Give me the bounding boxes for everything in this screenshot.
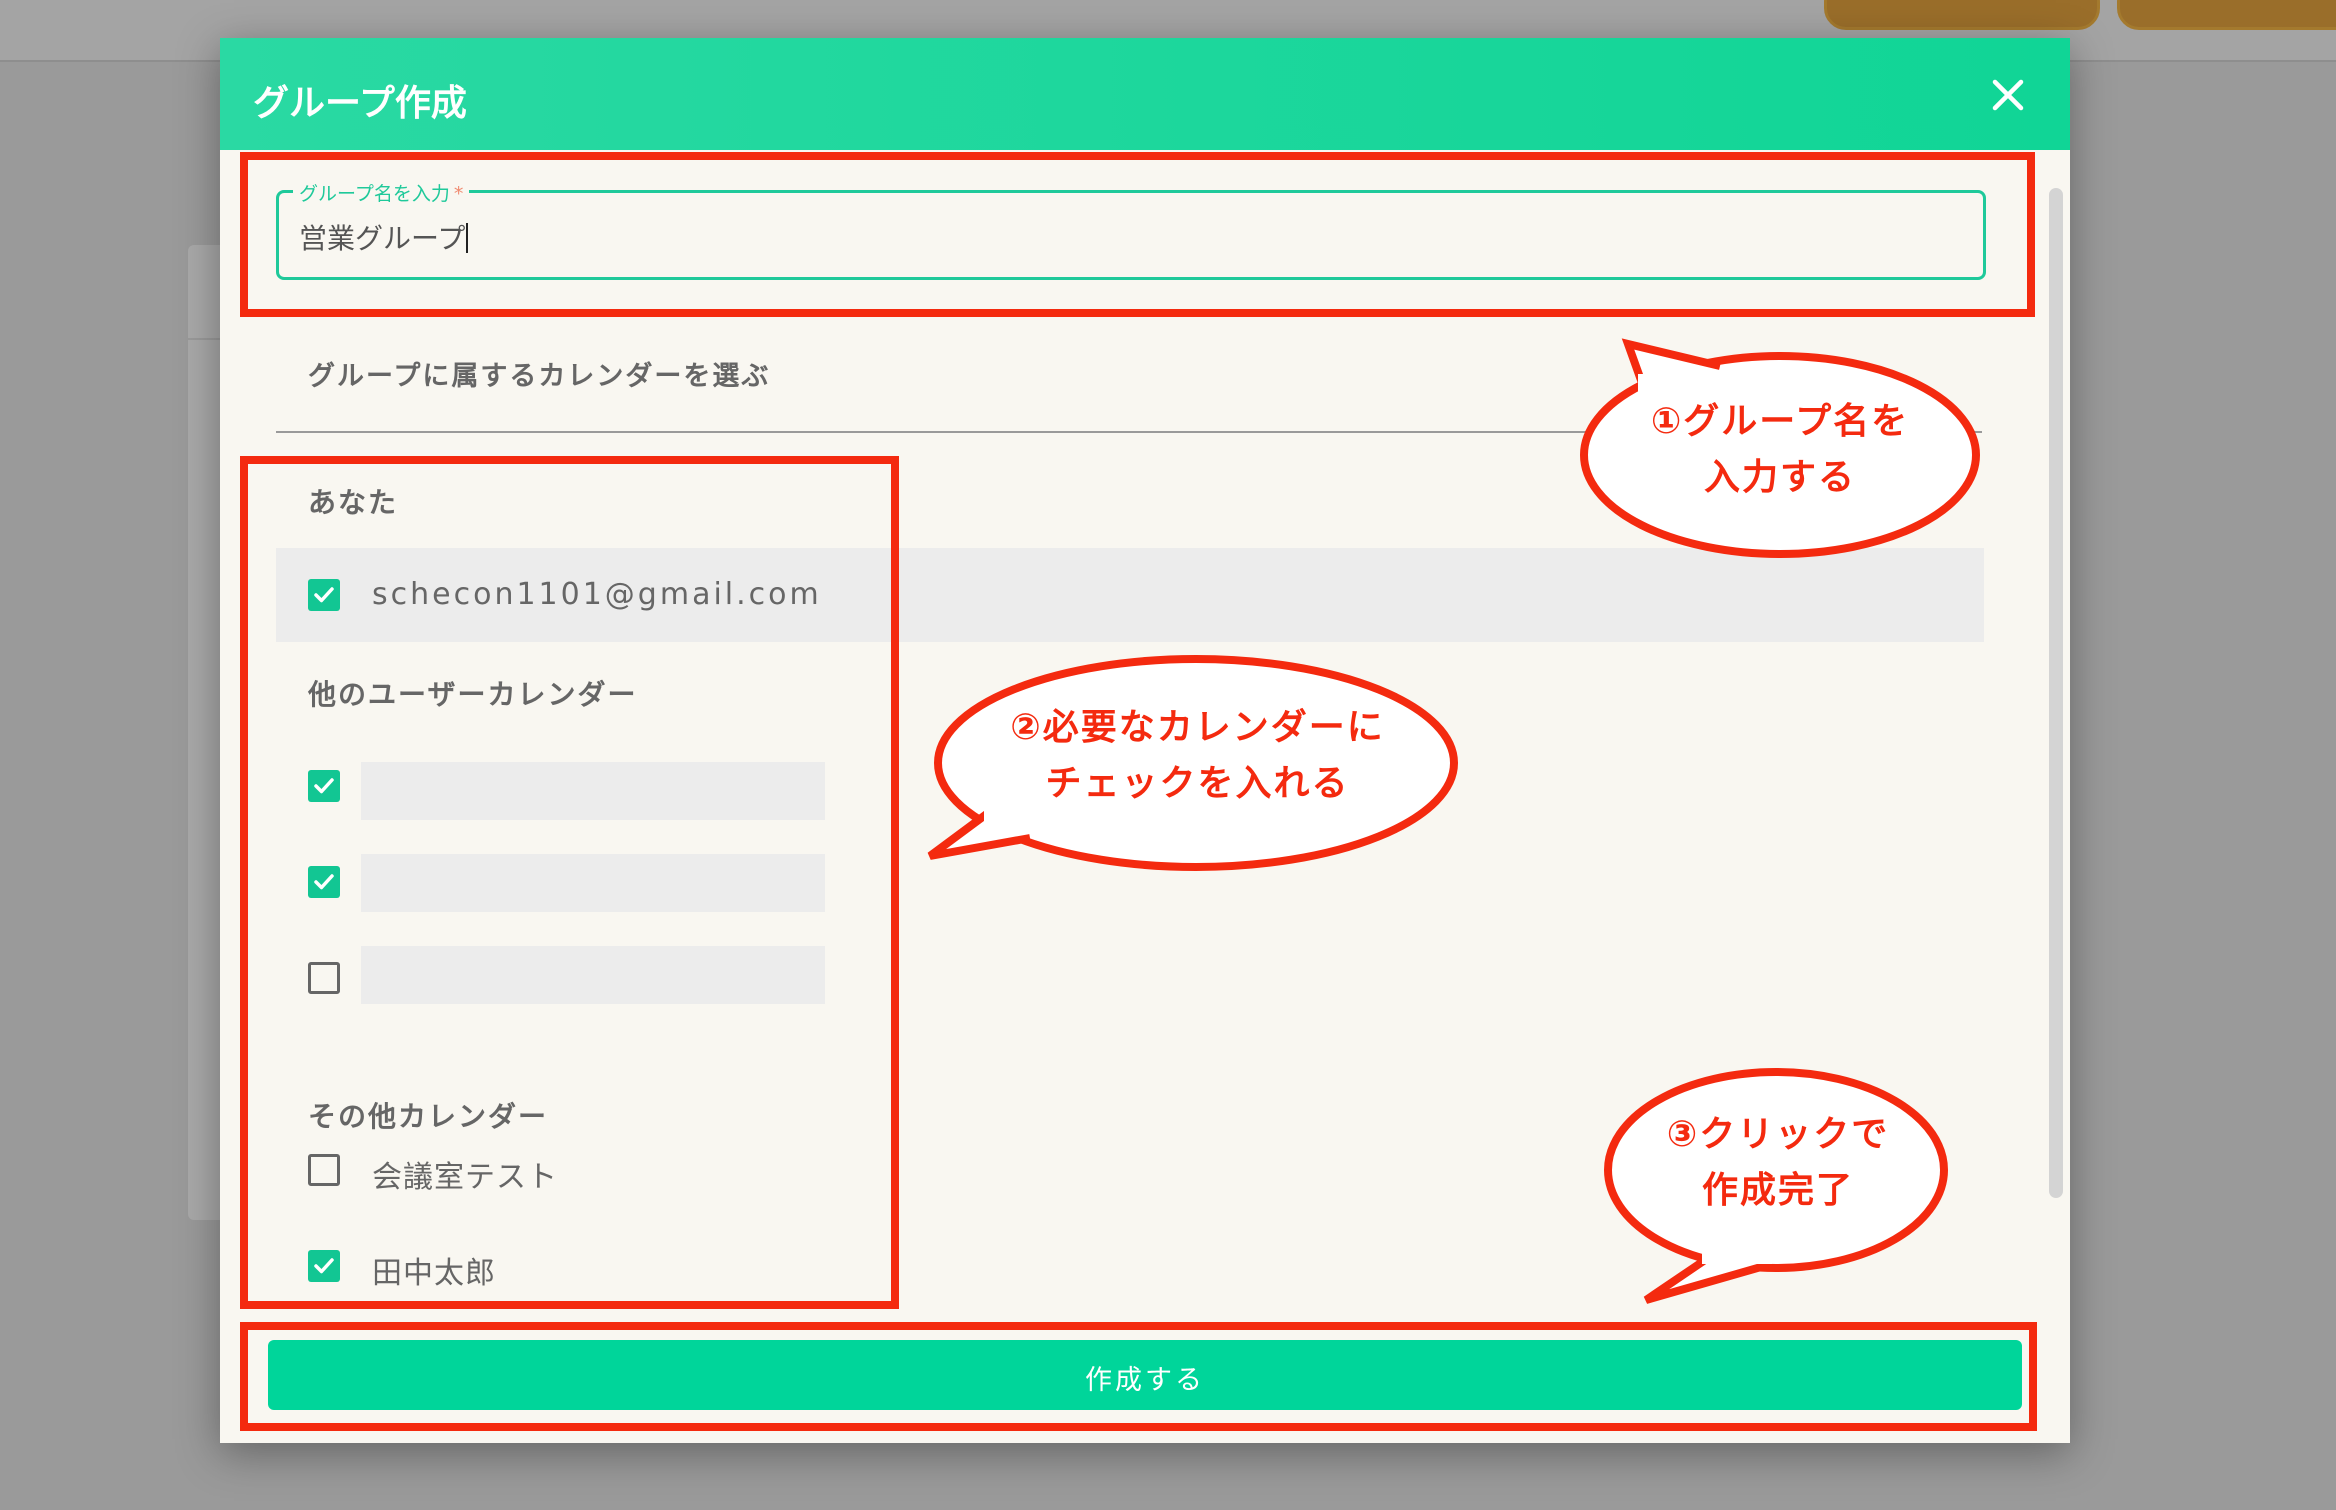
callout-2-line1: ②必要なカレンダーに	[1010, 707, 1385, 748]
callout-1-text: ①グループ名を 入力する	[1590, 394, 1970, 506]
annotation-box-submit	[240, 1322, 2037, 1431]
background-header-button	[2117, 0, 2336, 30]
background-header-button	[1824, 0, 2100, 30]
close-icon	[1992, 79, 2024, 111]
callout-2-line2: チェックを入れる	[1045, 763, 1350, 804]
callout-1-line1: ①グループ名を	[1650, 401, 1910, 442]
callout-2-text: ②必要なカレンダーに チェックを入れる	[940, 700, 1455, 812]
close-button[interactable]	[1987, 74, 2029, 116]
callout-3-line1: ③クリックで	[1666, 1114, 1890, 1155]
calendar-section-title: グループに属するカレンダーを選ぶ	[308, 361, 771, 392]
dialog-header: グループ作成	[220, 38, 2070, 150]
background-logo	[980, 0, 1320, 28]
annotation-box-name	[240, 152, 2035, 317]
callout-3-text: ③クリックで 作成完了	[1608, 1107, 1948, 1219]
callout-1-line2: 入力する	[1703, 457, 1856, 498]
dialog-scrollbar[interactable]	[2049, 188, 2063, 1198]
callout-3-line2: 作成完了	[1701, 1170, 1854, 1211]
dialog-title: グループ作成	[253, 83, 467, 124]
annotation-box-calendars	[240, 456, 899, 1309]
